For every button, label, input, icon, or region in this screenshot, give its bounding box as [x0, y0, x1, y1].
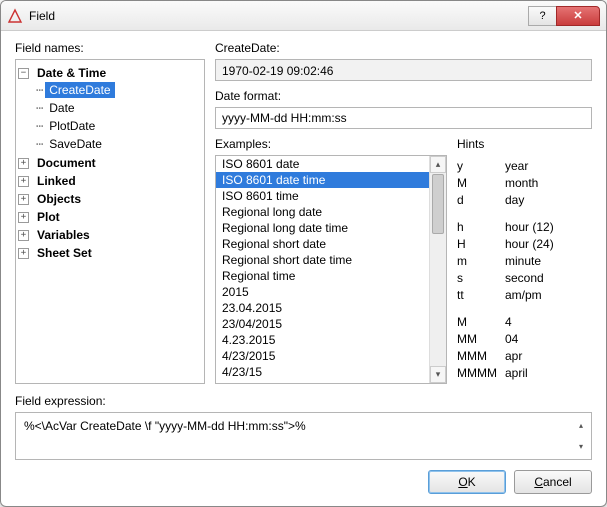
list-item[interactable]: Regional time	[216, 268, 429, 284]
tree-node[interactable]: Sheet Set	[33, 245, 96, 261]
field-expression-label: Field expression:	[15, 394, 592, 408]
hint-row: Mmonth	[457, 174, 592, 191]
hint-row: Hhour (24)	[457, 235, 592, 252]
list-item[interactable]: 4/23/2015	[216, 348, 429, 364]
app-icon	[7, 8, 23, 24]
window-title: Field	[29, 9, 528, 23]
field-expression-text: %<\AcVar CreateDate \f "yyyy-MM-dd HH:mm…	[16, 413, 591, 439]
hint-row: yyear	[457, 157, 592, 174]
createdate-value: 1970-02-19 09:02:46	[215, 59, 592, 81]
field-dialog: Field ? ✕ Field names: −Date & Time⋯Crea…	[0, 0, 607, 507]
createdate-label: CreateDate:	[215, 41, 592, 55]
scroll-up-icon[interactable]: ▴	[430, 156, 446, 173]
list-item[interactable]: 23.04.2015	[216, 300, 429, 316]
hint-row: mminute	[457, 252, 592, 269]
list-item[interactable]: Regional short date time	[216, 252, 429, 268]
list-item[interactable]: ISO 8601 date	[216, 156, 429, 172]
spin-up-icon[interactable]: ▴	[573, 415, 589, 436]
hints-label: Hints	[457, 137, 592, 151]
list-item[interactable]: ISO 8601 date time	[216, 172, 429, 188]
titlebar[interactable]: Field ? ✕	[1, 1, 606, 31]
list-item[interactable]: 23/04/2015	[216, 316, 429, 332]
examples-label: Examples:	[215, 137, 447, 151]
hint-row: ssecond	[457, 269, 592, 286]
field-expression-box[interactable]: %<\AcVar CreateDate \f "yyyy-MM-dd HH:mm…	[15, 412, 592, 460]
hints-table: yyearMmonthdday hhour (12)Hhour (24)mminu…	[457, 155, 592, 384]
help-button[interactable]: ?	[528, 6, 556, 26]
close-button[interactable]: ✕	[556, 6, 600, 26]
scroll-thumb[interactable]	[432, 174, 444, 234]
scroll-down-icon[interactable]: ▾	[430, 366, 446, 383]
spin-down-icon[interactable]: ▾	[573, 436, 589, 457]
field-names-label: Field names:	[15, 41, 205, 55]
hint-row: hhour (12)	[457, 218, 592, 235]
expand-icon[interactable]: +	[18, 230, 29, 241]
hint-row: MMMapr	[457, 347, 592, 364]
expression-spinner[interactable]: ▴ ▾	[573, 415, 589, 457]
ok-button[interactable]: OK	[428, 470, 506, 494]
dialog-body: Field names: −Date & Time⋯CreateDate⋯Dat…	[1, 31, 606, 506]
cancel-button[interactable]: Cancel	[514, 470, 592, 494]
list-item[interactable]: 4.23.2015	[216, 332, 429, 348]
tree-leaf[interactable]: SaveDate	[45, 136, 106, 152]
list-item[interactable]: 2015	[216, 284, 429, 300]
field-names-tree[interactable]: −Date & Time⋯CreateDate⋯Date⋯PlotDate⋯Sa…	[15, 59, 205, 384]
expand-icon[interactable]: +	[18, 176, 29, 187]
tree-node[interactable]: Linked	[33, 173, 80, 189]
hint-row: M4	[457, 313, 592, 330]
hint-row: MM04	[457, 330, 592, 347]
list-item[interactable]: Regional short date	[216, 236, 429, 252]
tree-leaf[interactable]: CreateDate	[45, 82, 114, 98]
tree-node[interactable]: Variables	[33, 227, 94, 243]
expand-icon[interactable]: +	[18, 194, 29, 205]
expand-icon[interactable]: +	[18, 158, 29, 169]
tree-leaf[interactable]: Date	[45, 100, 78, 116]
dateformat-label: Date format:	[215, 89, 592, 103]
tree-leaf[interactable]: PlotDate	[45, 118, 99, 134]
examples-scrollbar[interactable]: ▴ ▾	[429, 156, 446, 383]
list-item[interactable]: ISO 8601 time	[216, 188, 429, 204]
expand-icon[interactable]: +	[18, 212, 29, 223]
tree-node[interactable]: Objects	[33, 191, 85, 207]
list-item[interactable]: 4/23/15	[216, 364, 429, 380]
list-item[interactable]: Regional long date time	[216, 220, 429, 236]
collapse-icon[interactable]: −	[18, 68, 29, 79]
examples-listbox[interactable]: ISO 8601 dateISO 8601 date timeISO 8601 …	[215, 155, 447, 384]
tree-node[interactable]: Document	[33, 155, 100, 171]
tree-node[interactable]: Date & Time	[33, 65, 110, 81]
tree-node[interactable]: Plot	[33, 209, 64, 225]
expand-icon[interactable]: +	[18, 248, 29, 259]
list-item[interactable]: Regional long date	[216, 204, 429, 220]
dateformat-input[interactable]	[215, 107, 592, 129]
hint-row: ttam/pm	[457, 286, 592, 303]
hint-row: MMMMapril	[457, 364, 592, 381]
hint-row: dday	[457, 191, 592, 208]
